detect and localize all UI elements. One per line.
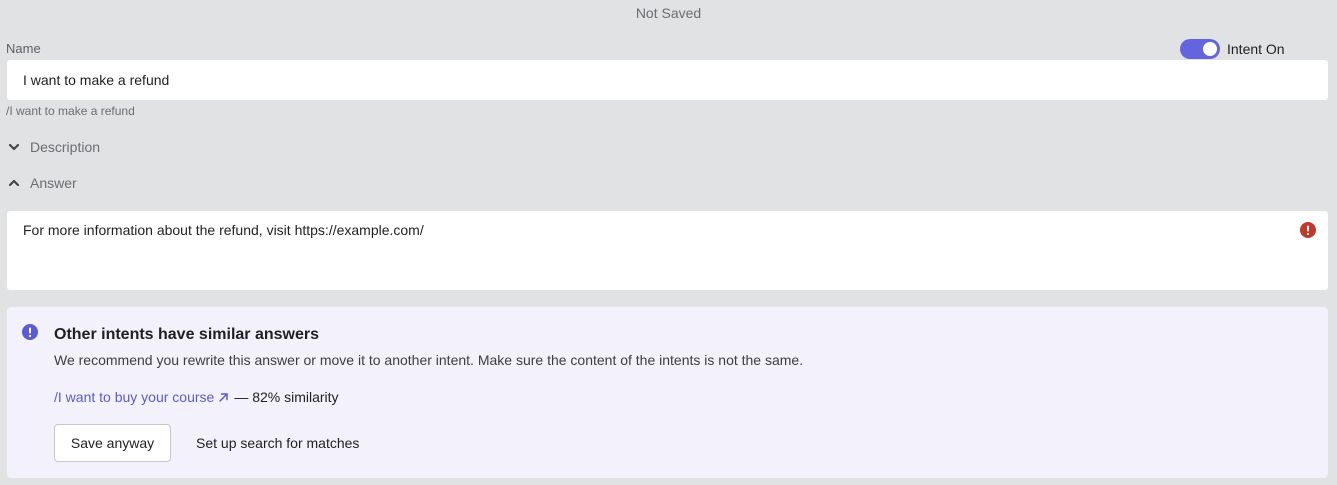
error-icon <box>1300 222 1316 238</box>
answer-toggle[interactable]: Answer <box>8 175 77 191</box>
similar-answers-alert: Other intents have similar answers We re… <box>7 307 1328 478</box>
info-icon <box>22 324 38 340</box>
description-label: Description <box>30 139 101 155</box>
answer-textarea[interactable]: For more information about the refund, v… <box>7 211 1328 290</box>
intent-editor: Not Saved Name Intent On /I want to make… <box>0 0 1337 485</box>
chevron-down-icon <box>8 143 20 151</box>
name-label: Name <box>6 41 41 56</box>
intent-toggle-label: Intent On <box>1227 41 1285 57</box>
intent-slug: /I want to make a refund <box>6 104 135 118</box>
intent-toggle[interactable] <box>1180 39 1220 59</box>
similar-intent-match: /I want to buy your course — 82% similar… <box>54 389 339 405</box>
similar-intent-link[interactable]: /I want to buy your course <box>54 389 214 405</box>
intent-toggle-group: Intent On <box>1180 39 1285 59</box>
similarity-score: — 82% similarity <box>234 389 339 405</box>
alert-title: Other intents have similar answers <box>54 326 319 343</box>
save-anyway-button[interactable]: Save anyway <box>54 424 171 462</box>
chevron-up-icon <box>8 179 20 187</box>
answer-text: For more information about the refund, v… <box>23 222 424 238</box>
name-input[interactable] <box>7 60 1328 100</box>
alert-description: We recommend you rewrite this answer or … <box>54 352 804 368</box>
description-toggle[interactable]: Description <box>8 139 100 155</box>
toggle-knob <box>1203 42 1217 56</box>
external-arrow-icon <box>219 392 229 402</box>
setup-search-button[interactable]: Set up search for matches <box>186 424 369 462</box>
answer-label: Answer <box>30 175 77 191</box>
save-status: Not Saved <box>635 5 702 21</box>
